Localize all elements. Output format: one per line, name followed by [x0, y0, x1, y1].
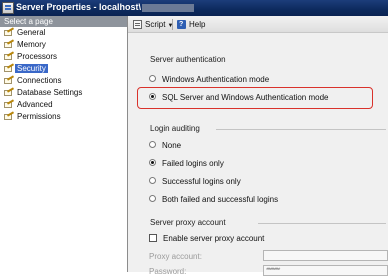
audit-both-option[interactable]: Both failed and successful logins: [149, 194, 278, 206]
page-item-label: Advanced: [17, 100, 53, 109]
page-item-label: Connections: [17, 76, 62, 85]
section-divider: [216, 129, 386, 130]
page-item-label: Security: [15, 64, 48, 73]
login-auditing-heading: Login auditing: [150, 124, 200, 133]
option-label: Successful logins only: [162, 177, 241, 186]
redacted-server-name: [142, 3, 195, 12]
proxy-password-field[interactable]: **********: [263, 265, 388, 276]
page-icon: [4, 101, 14, 109]
toolbar-separator: [172, 19, 173, 30]
proxy-account-field[interactable]: [263, 250, 388, 261]
help-icon: [177, 19, 186, 30]
mixed-auth-option[interactable]: SQL Server and Windows Authentication mo…: [149, 92, 328, 104]
enable-proxy-option[interactable]: Enable server proxy account: [149, 233, 264, 245]
page-icon: [4, 89, 14, 97]
password-value: **********: [266, 268, 280, 274]
windows-auth-option[interactable]: Windows Authentication mode: [149, 74, 269, 86]
toolbar: Script▼ Help: [128, 16, 388, 33]
help-label: Help: [189, 20, 206, 29]
audit-successful-option[interactable]: Successful logins only: [149, 176, 241, 188]
page-item-security[interactable]: Security: [0, 63, 127, 75]
page-icon: [4, 41, 14, 49]
server-authentication-heading: Server authentication: [150, 55, 226, 64]
page-item-label: Processors: [17, 52, 58, 61]
window-title: Server Properties - localhost\: [16, 2, 195, 12]
security-page-content: Server authentication Windows Authentica…: [128, 33, 388, 276]
server-properties-icon: [2, 2, 14, 14]
page-item-advanced[interactable]: Advanced: [0, 99, 127, 111]
script-icon: [133, 20, 142, 30]
audit-failed-radio[interactable]: [149, 159, 156, 167]
option-label: Enable server proxy account: [163, 234, 265, 243]
page-item-database-settings[interactable]: Database Settings: [0, 87, 127, 99]
proxy-account-label: Proxy account:: [149, 252, 202, 261]
page-item-processors[interactable]: Processors: [0, 51, 127, 63]
page-item-label: Database Settings: [17, 88, 83, 97]
page-icon: [4, 29, 14, 37]
section-divider: [258, 223, 386, 224]
option-label: Windows Authentication mode: [162, 75, 270, 84]
windows-auth-radio[interactable]: [149, 75, 156, 83]
proxy-account-heading: Server proxy account: [150, 218, 226, 227]
audit-failed-option[interactable]: Failed logins only: [149, 158, 224, 170]
audit-none-radio[interactable]: [149, 141, 156, 149]
script-button[interactable]: Script ▼: [133, 19, 173, 30]
help-button[interactable]: Help: [177, 19, 205, 30]
page-item-memory[interactable]: Memory: [0, 39, 127, 51]
select-page-panel: Select a page General Memory Processors …: [0, 16, 128, 272]
page-item-permissions[interactable]: Permissions: [0, 111, 127, 123]
page-item-label: General: [17, 28, 46, 37]
option-label: Both failed and successful logins: [162, 195, 279, 204]
audit-successful-radio[interactable]: [149, 177, 156, 185]
script-label: Script: [145, 20, 166, 29]
page-item-label: Memory: [17, 40, 46, 49]
option-label: None: [162, 141, 182, 150]
page-icon: [4, 77, 14, 85]
audit-both-radio[interactable]: [149, 195, 156, 203]
option-label: Failed logins only: [162, 159, 224, 168]
page-icon: [4, 65, 14, 73]
title-bar: Server Properties - localhost\: [0, 0, 388, 16]
audit-none-option[interactable]: None: [149, 140, 181, 152]
page-icon: [4, 53, 14, 61]
select-page-header: Select a page: [0, 16, 127, 27]
page-item-label: Permissions: [17, 112, 61, 121]
page-item-connections[interactable]: Connections: [0, 75, 127, 87]
option-label: SQL Server and Windows Authentication mo…: [162, 93, 329, 102]
enable-proxy-checkbox[interactable]: [149, 233, 157, 242]
page-icon: [4, 113, 14, 121]
page-item-general[interactable]: General: [0, 27, 127, 39]
mixed-auth-radio[interactable]: [149, 93, 156, 101]
